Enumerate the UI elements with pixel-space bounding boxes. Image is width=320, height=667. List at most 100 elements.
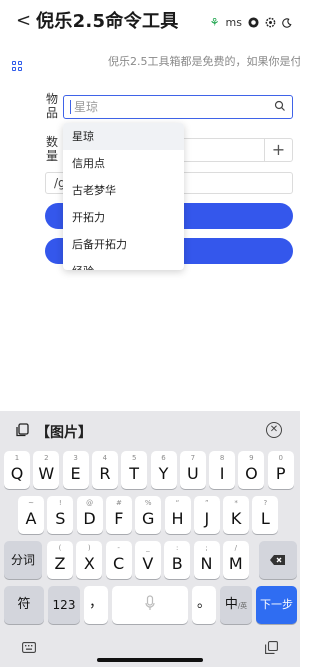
github-icon[interactable] <box>248 17 259 28</box>
key-m[interactable]: / M <box>222 541 249 579</box>
key-z[interactable]: (Z <box>47 541 73 579</box>
key-label: L <box>260 509 270 528</box>
key-q[interactable]: 1Q <box>4 451 30 489</box>
key-r[interactable]: 4R <box>91 451 118 489</box>
keyboard-switch-icon[interactable] <box>22 642 36 653</box>
dropdown-item[interactable]: 开拓力 <box>63 204 184 231</box>
key-label: Y <box>158 464 169 483</box>
comma-key[interactable]: ， <box>84 586 108 624</box>
key-secondary-label: ; <box>205 544 208 552</box>
key-secondary-label: ~ <box>28 499 34 507</box>
key-label: W <box>38 464 55 483</box>
key-label: N <box>200 554 213 573</box>
key-secondary-label: 0 <box>278 454 283 462</box>
search-icon[interactable] <box>274 100 286 112</box>
key-v[interactable]: _ V <box>134 541 161 579</box>
key-label: X <box>83 554 95 573</box>
dropdown-item[interactable]: 信用点 <box>63 150 184 177</box>
clipboard-icon[interactable] <box>16 423 29 437</box>
key-secondary-label: - <box>117 544 120 552</box>
segment-key[interactable]: 分词 <box>4 541 42 579</box>
key-b[interactable]: :B <box>164 541 191 579</box>
key-a[interactable]: ~ A <box>18 496 44 534</box>
key-secondary-label: 3 <box>73 454 78 462</box>
numeric-key[interactable]: 123 <box>48 586 80 624</box>
key-e[interactable]: 3E <box>62 451 89 489</box>
key-label: I <box>219 464 225 483</box>
key-k[interactable]: * K <box>223 496 250 534</box>
key-secondary-label: @ <box>86 499 94 507</box>
settings-icon[interactable] <box>265 17 276 28</box>
backspace-icon <box>270 555 285 565</box>
symbol-key[interactable]: 符 <box>4 586 44 624</box>
key-f[interactable]: # F <box>105 496 132 534</box>
clipboard-text[interactable]: 【图片】 <box>36 422 92 442</box>
space-key[interactable] <box>112 586 188 624</box>
key-label: J <box>204 509 210 528</box>
key-label: D <box>83 509 96 528</box>
key-n[interactable]: ; N <box>193 541 220 579</box>
key-label: B <box>171 554 183 573</box>
key-secondary-label: 6 <box>161 454 166 462</box>
dropdown-item[interactable]: 后备开拓力 <box>63 231 184 258</box>
key-secondary-label: / <box>234 544 237 552</box>
key-g[interactable]: % G <box>135 496 162 534</box>
key-w[interactable]: 2W <box>33 451 60 489</box>
key-label: U <box>186 464 199 483</box>
backspace-key[interactable] <box>259 541 297 579</box>
key-c[interactable]: -C <box>105 541 132 579</box>
home-indicator <box>97 658 203 662</box>
quantity-plus-button[interactable]: + <box>264 139 292 161</box>
key-h[interactable]: “H <box>164 496 191 534</box>
item-dropdown: 星琼 信用点 古老梦华 开拓力 后备开拓力 经验 <box>63 123 184 270</box>
menu-grid-icon[interactable] <box>12 61 22 71</box>
item-search-field[interactable] <box>63 95 293 119</box>
back-button[interactable]: < <box>16 11 31 31</box>
key-s[interactable]: ! S <box>47 496 74 534</box>
clipboard-close-icon[interactable]: ✕ <box>266 422 282 438</box>
key-label: F <box>114 509 124 528</box>
key-label: H <box>171 509 184 528</box>
item-search-input[interactable] <box>74 98 264 116</box>
clipboard-manager-icon[interactable] <box>265 641 278 654</box>
language-switch-key[interactable]: 中/英 <box>220 586 252 624</box>
key-p[interactable]: 0P <box>267 451 294 489</box>
key-secondary-label: “ <box>175 499 180 507</box>
key-u[interactable]: 7U <box>179 451 206 489</box>
key-secondary-label: 8 <box>219 454 225 462</box>
page-title: 倪乐2.5命令工具 <box>36 11 179 32</box>
leaf-icon[interactable]: ⚘ <box>210 16 220 29</box>
moon-icon[interactable] <box>282 17 292 28</box>
key-secondary-label: # <box>115 499 122 507</box>
key-label: K <box>230 509 242 528</box>
key-secondary-label: ( <box>58 544 62 552</box>
dropdown-item[interactable]: 星琼 <box>63 123 184 150</box>
key-secondary-label: 4 <box>102 454 108 462</box>
key-l[interactable]: ? L <box>252 496 279 534</box>
language-sub-label: /英 <box>237 602 248 610</box>
clipboard-bar: 【图片】 ✕ <box>0 411 300 449</box>
dropdown-item[interactable]: 古老梦华 <box>63 177 184 204</box>
key-label: T <box>129 464 140 483</box>
key-t[interactable]: 5T <box>121 451 148 489</box>
key-i[interactable]: 8I <box>209 451 236 489</box>
key-d[interactable]: @ D <box>76 496 103 534</box>
key-o[interactable]: 9O <box>238 451 265 489</box>
key-secondary-label: ) <box>87 544 91 552</box>
key-y[interactable]: 6Y <box>150 451 177 489</box>
key-label: G <box>141 509 155 528</box>
key-j[interactable]: ” J <box>193 496 220 534</box>
key-secondary-label: ! <box>58 499 62 507</box>
key-secondary-label: 2 <box>44 454 49 462</box>
key-label: A <box>25 509 37 528</box>
key-label: R <box>99 464 111 483</box>
key-secondary-label: : <box>176 544 179 552</box>
language-main-label: 中 <box>224 597 238 612</box>
key-x[interactable]: ) X <box>76 541 103 579</box>
ms-label[interactable]: ms <box>226 16 242 29</box>
key-label: V <box>142 554 154 573</box>
key-label: S <box>55 509 66 528</box>
period-key[interactable]: 。 <box>192 586 216 624</box>
dropdown-item[interactable]: 经验 <box>63 258 184 270</box>
next-step-key[interactable]: 下一步 <box>256 586 297 624</box>
